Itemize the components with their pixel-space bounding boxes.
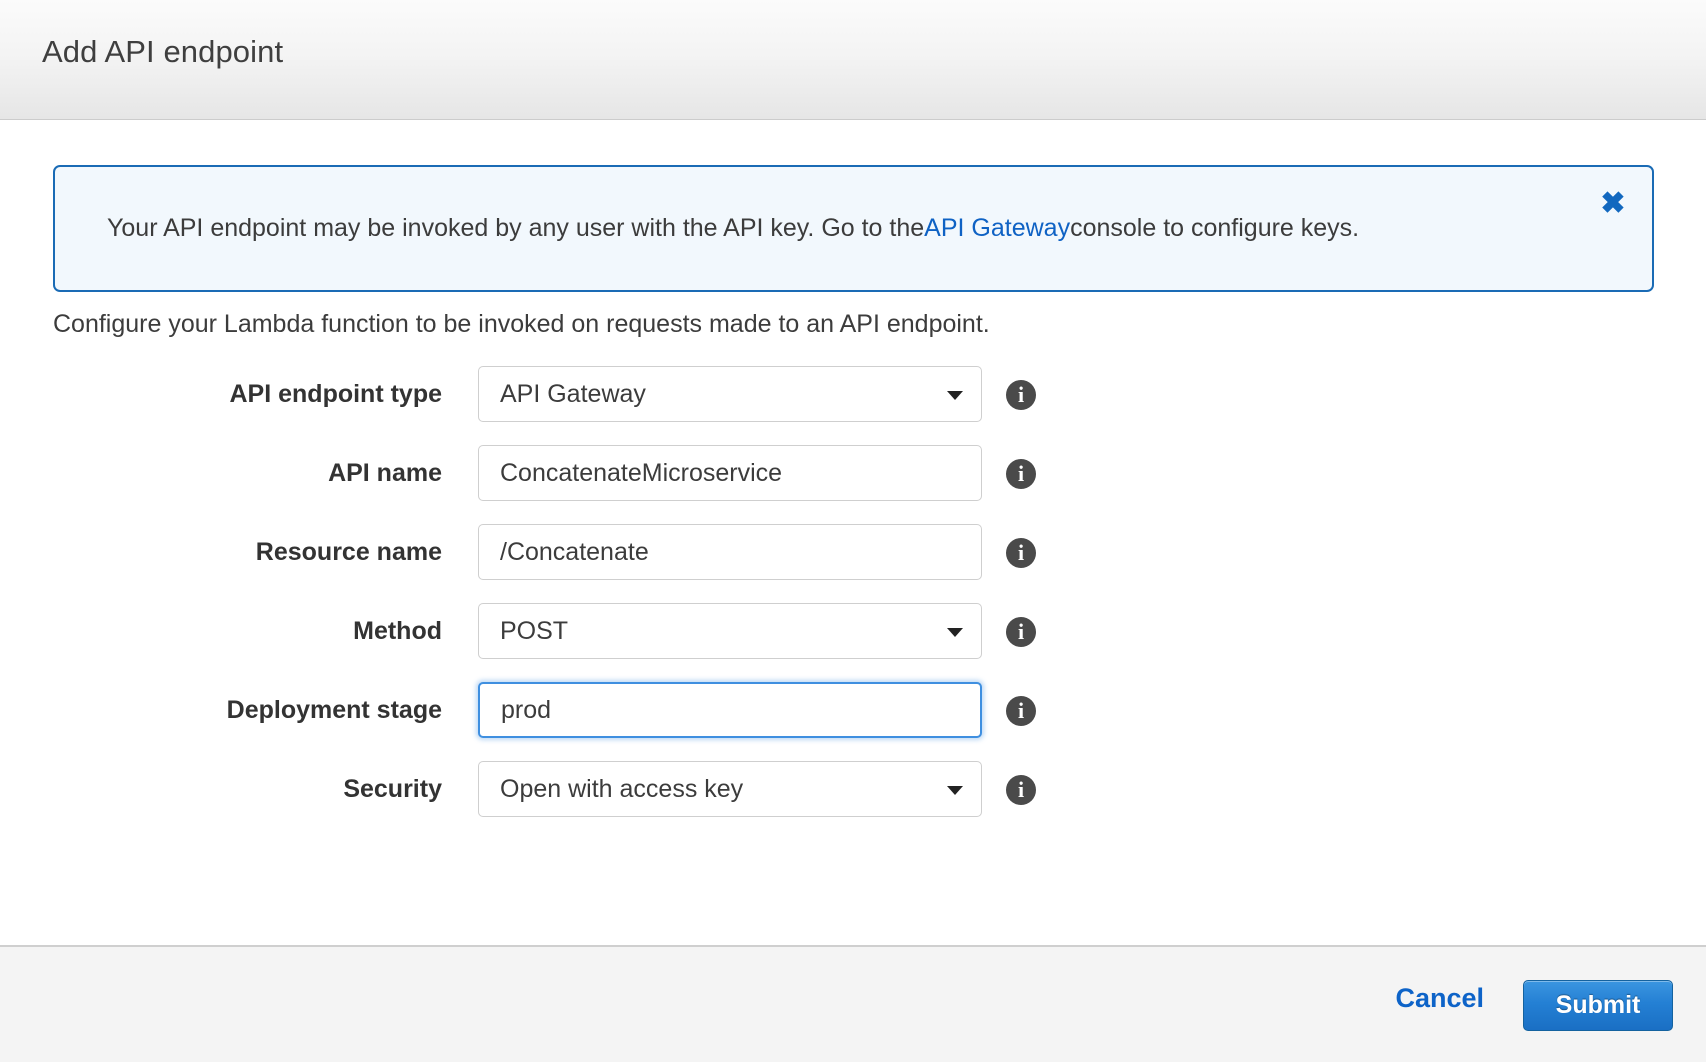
form-row-deployment-stage: Deployment stage prod i [0,682,1706,761]
form-fields: API endpoint type API Gateway i API name… [0,366,1706,840]
info-icon-deployment-stage[interactable]: i [1006,696,1036,726]
field-wrap-api-name: ConcatenateMicroservice [478,445,982,501]
select-method[interactable]: POST [478,603,982,659]
form-description: Configure your Lambda function to be inv… [53,310,990,339]
cancel-button[interactable]: Cancel [1395,983,1484,1014]
select-api-endpoint-type[interactable]: API Gateway [478,366,982,422]
api-name-input[interactable]: ConcatenateMicroservice [478,445,982,501]
label-security: Security [0,761,442,817]
label-api-name: API name [0,445,442,501]
info-icon-api-endpoint-type[interactable]: i [1006,380,1036,410]
alert-text-after-link: console to configure keys. [1070,214,1359,243]
label-method: Method [0,603,442,659]
dialog-footer: Cancel [0,945,1706,1062]
alert-message: Your API endpoint may be invoked by any … [107,167,1359,290]
info-icon-method[interactable]: i [1006,617,1036,647]
resource-name-input[interactable]: /Concatenate [478,524,982,580]
form-row-api-endpoint-type: API endpoint type API Gateway i [0,366,1706,445]
submit-button[interactable]: Submit [1523,980,1673,1031]
label-api-endpoint-type: API endpoint type [0,366,442,422]
info-icon-security[interactable]: i [1006,775,1036,805]
dialog-header: Add API endpoint [0,0,1706,120]
page-title: Add API endpoint [42,34,283,70]
field-wrap-method: POST [478,603,982,659]
api-gateway-link[interactable]: API Gateway [924,214,1070,243]
deployment-stage-input[interactable]: prod [478,682,982,738]
form-row-security: Security Open with access key i [0,761,1706,840]
select-security[interactable]: Open with access key [478,761,982,817]
close-icon[interactable]: ✖ [1590,181,1636,227]
label-resource-name: Resource name [0,524,442,580]
form-row-method: Method POST i [0,603,1706,682]
form-row-api-name: API name ConcatenateMicroservice i [0,445,1706,524]
info-icon-resource-name[interactable]: i [1006,538,1036,568]
info-icon-api-name[interactable]: i [1006,459,1036,489]
alert-text-before-link: Your API endpoint may be invoked by any … [107,214,924,243]
field-wrap-deployment-stage: prod [478,682,982,738]
label-deployment-stage: Deployment stage [0,682,442,738]
dialog-body: Your API endpoint may be invoked by any … [0,121,1706,945]
field-wrap-api-endpoint-type: API Gateway [478,366,982,422]
field-wrap-security: Open with access key [478,761,982,817]
info-alert-banner: Your API endpoint may be invoked by any … [53,165,1654,292]
form-row-resource-name: Resource name /Concatenate i [0,524,1706,603]
field-wrap-resource-name: /Concatenate [478,524,982,580]
